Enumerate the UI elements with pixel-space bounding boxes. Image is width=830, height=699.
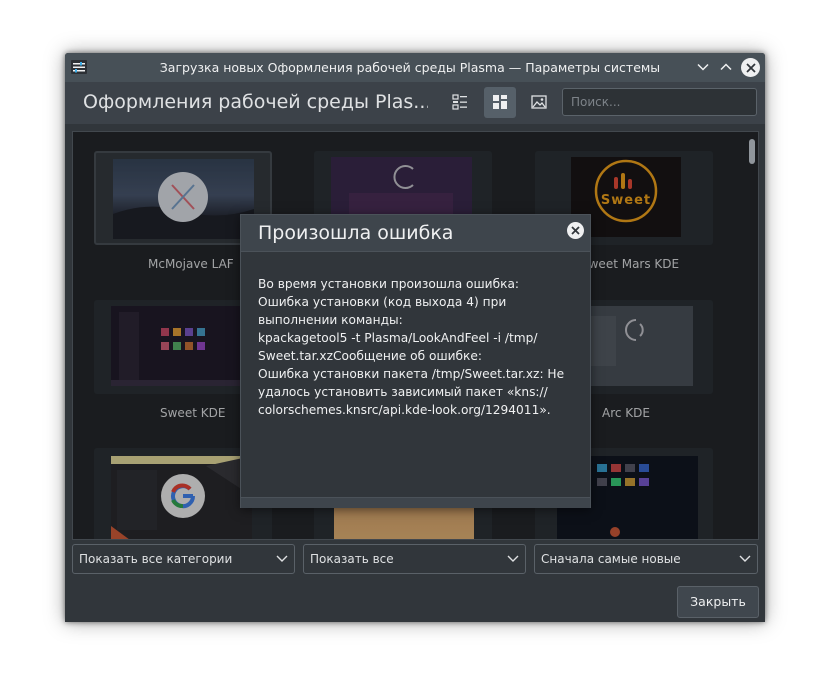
minimize-icon[interactable] <box>696 60 710 74</box>
image-preview-icon <box>531 95 547 109</box>
window-close-button[interactable] <box>741 58 760 77</box>
header-toolbar: Оформления рабочей среды Plas... <box>65 82 765 124</box>
scrollbar-thumb[interactable] <box>749 139 755 164</box>
show-filter-value: Показать все <box>310 552 394 566</box>
dialog-footer <box>241 497 590 508</box>
dialog-header: Произошла ошибка <box>241 215 590 252</box>
sort-order-select[interactable]: Сначала самые новые <box>534 544 758 574</box>
chevron-down-icon <box>276 555 288 562</box>
maximize-icon[interactable] <box>719 60 733 74</box>
close-icon <box>745 62 756 73</box>
chevron-down-icon <box>739 555 751 562</box>
search-input[interactable] <box>562 88 757 116</box>
system-settings-app-icon <box>71 60 87 74</box>
dialog-title: Произошла ошибка <box>258 222 454 244</box>
tiles-view-button[interactable] <box>484 87 516 118</box>
page-title: Оформления рабочей среды Plas... <box>83 91 428 113</box>
grid-scrollbar[interactable] <box>746 132 758 539</box>
close-icon <box>571 226 580 235</box>
close-button[interactable]: Закрыть <box>677 586 759 618</box>
chevron-down-icon <box>507 555 519 562</box>
details-view-icon <box>452 94 467 110</box>
title-bar: Загрузка новых Оформления рабочей среды … <box>65 53 765 82</box>
category-filter-select[interactable]: Показать все категории <box>72 544 295 574</box>
error-message: Во время установки произошла ошибка: Оши… <box>258 277 565 417</box>
error-dialog: Произошла ошибка Во время установки прои… <box>240 214 591 508</box>
dialog-close-button[interactable] <box>567 222 584 239</box>
details-view-button[interactable] <box>444 87 476 118</box>
tiles-view-icon <box>493 95 507 109</box>
show-filter-select[interactable]: Показать все <box>303 544 526 574</box>
preview-view-button[interactable] <box>523 87 555 118</box>
sort-order-value: Сначала самые новые <box>541 552 681 566</box>
category-filter-value: Показать все категории <box>79 552 233 566</box>
window-title: Загрузка новых Оформления рабочей среды … <box>159 60 661 75</box>
